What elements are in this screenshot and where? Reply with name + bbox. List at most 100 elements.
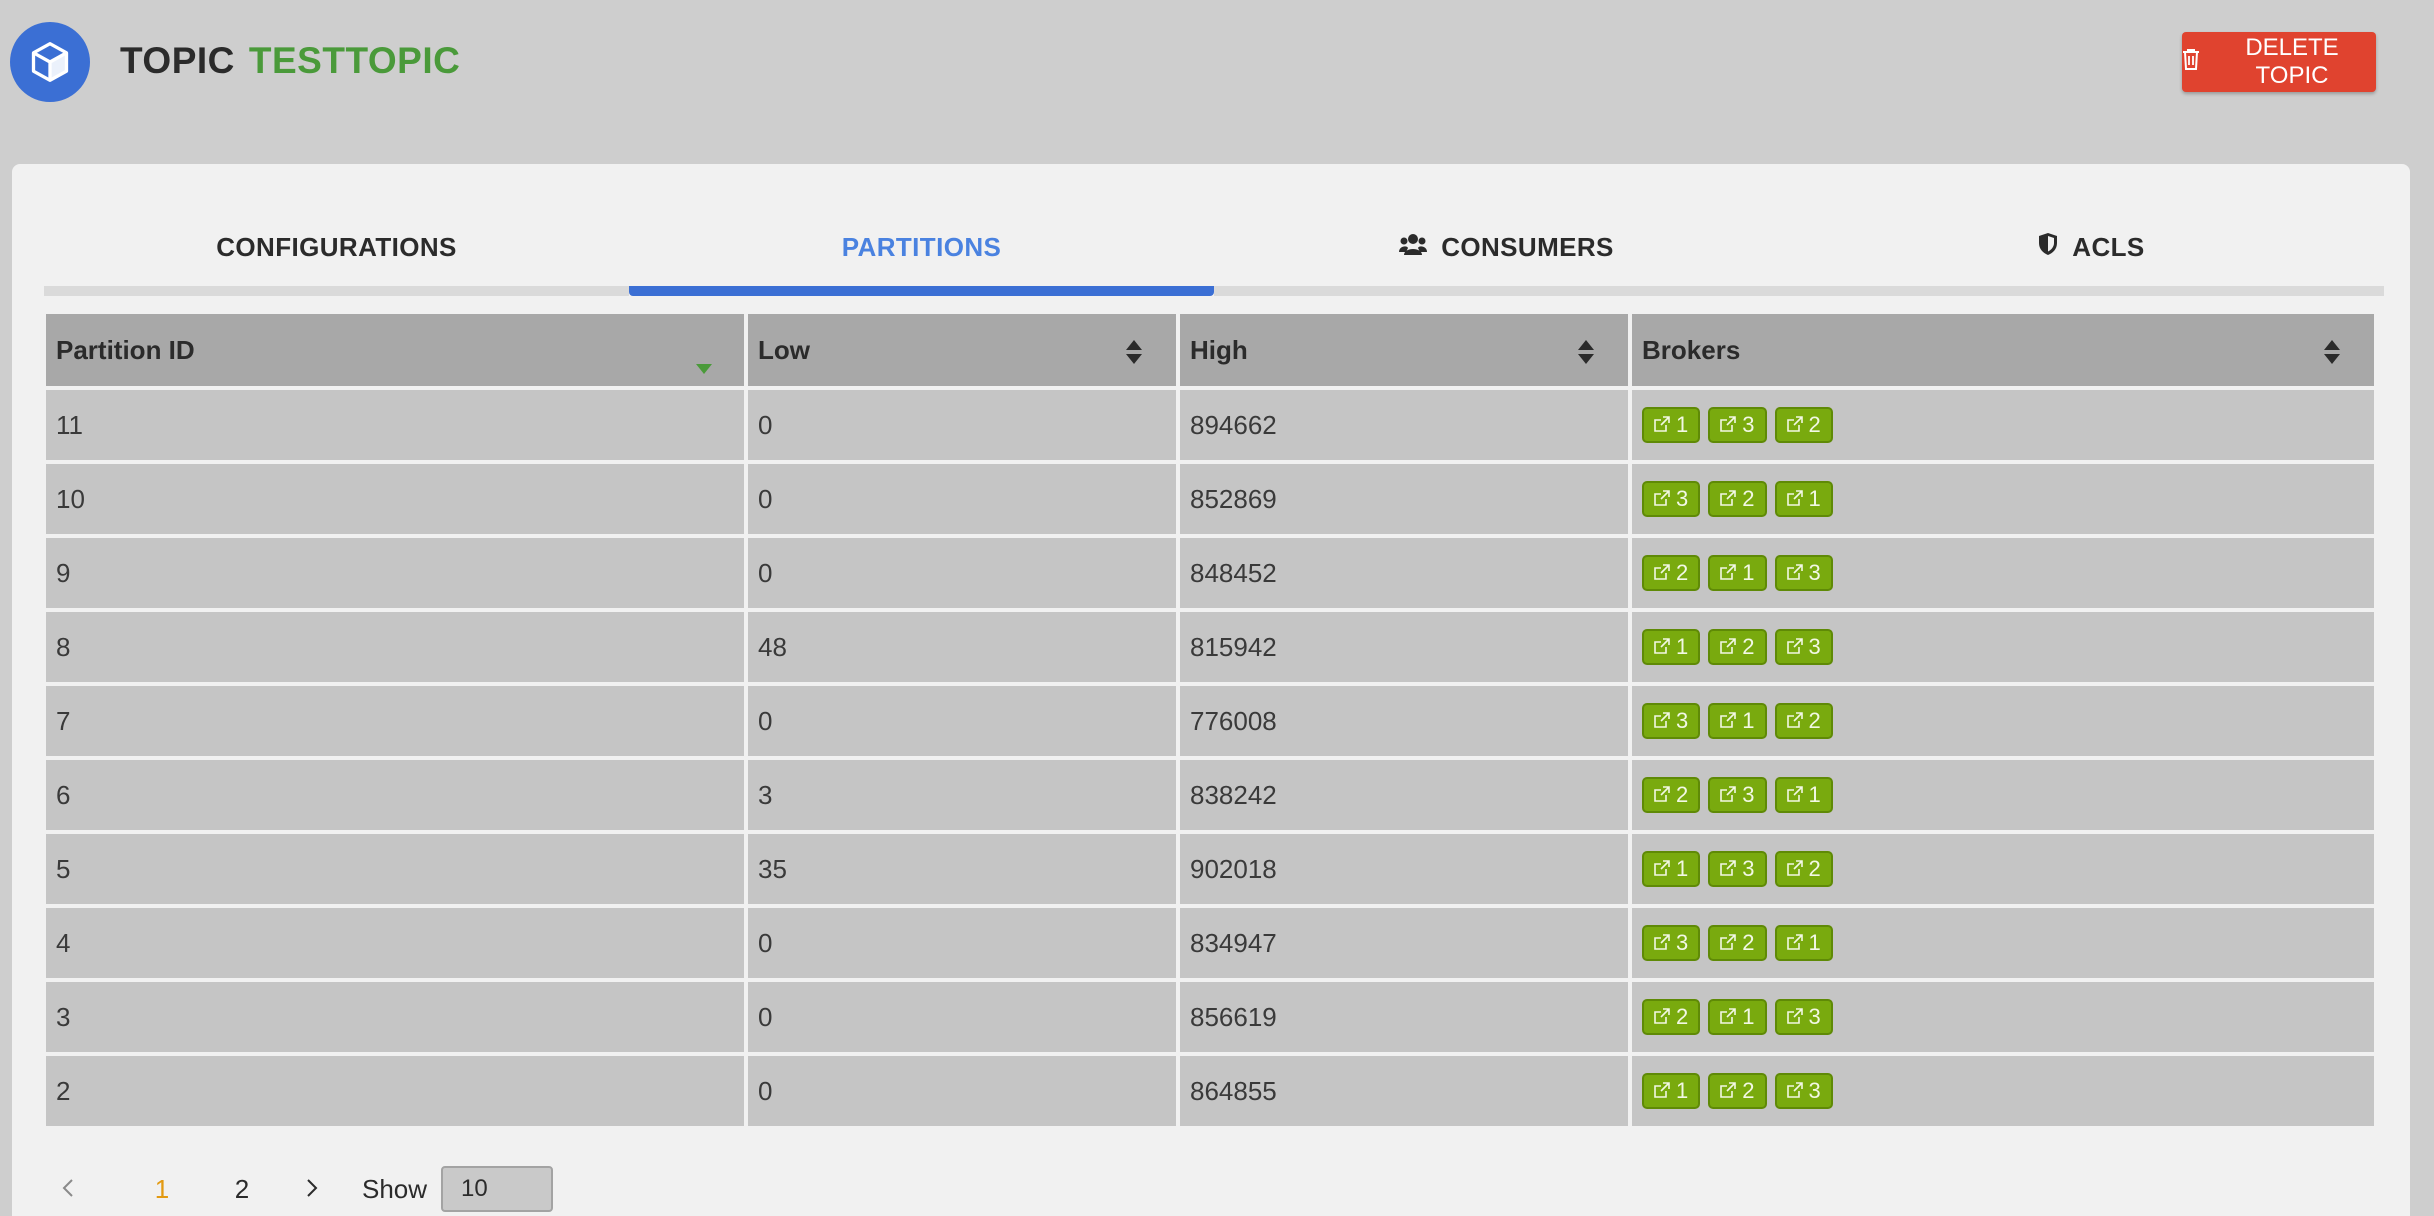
- broker-link-badge[interactable]: 2: [1708, 1073, 1767, 1109]
- table-row: 5 35 902018 1 3 2: [46, 834, 2374, 904]
- tab-acls[interactable]: ACLS: [1799, 214, 2384, 296]
- partition-id-cell: 6: [46, 760, 744, 830]
- broker-link-badge[interactable]: 3: [1642, 703, 1701, 739]
- broker-link-badge[interactable]: 1: [1708, 703, 1767, 739]
- broker-id: 2: [1742, 486, 1755, 511]
- broker-list: 1 2 3: [1642, 629, 2364, 665]
- broker-id: 3: [1742, 856, 1755, 881]
- partition-id-cell: 5: [46, 834, 744, 904]
- tab-partitions[interactable]: PARTITIONS: [629, 214, 1214, 296]
- tab-configurations[interactable]: CONFIGURATIONS: [44, 214, 629, 296]
- broker-id: 2: [1676, 782, 1689, 807]
- broker-link-badge[interactable]: 3: [1774, 999, 1833, 1035]
- external-link-icon: [1654, 412, 1670, 438]
- page-2-link[interactable]: 2: [202, 1174, 282, 1205]
- column-header-high[interactable]: High: [1180, 314, 1628, 386]
- external-link-icon: [1654, 930, 1670, 956]
- external-link-icon: [1786, 560, 1803, 586]
- broker-link-badge[interactable]: 3: [1774, 629, 1833, 665]
- external-link-icon: [1720, 930, 1737, 956]
- broker-link-badge[interactable]: 2: [1642, 999, 1701, 1035]
- column-header-partition-id[interactable]: Partition ID: [46, 314, 744, 386]
- broker-id: 1: [1808, 782, 1821, 807]
- next-page-icon[interactable]: [282, 1174, 342, 1205]
- broker-link-badge[interactable]: 3: [1708, 851, 1767, 887]
- broker-link-badge[interactable]: 3: [1642, 925, 1701, 961]
- broker-id: 2: [1676, 560, 1689, 585]
- broker-link-badge[interactable]: 1: [1642, 407, 1701, 443]
- pagination: 1 2 Show: [62, 1164, 554, 1214]
- tab-consumers[interactable]: CONSUMERS: [1214, 214, 1799, 296]
- low-cell: 0: [748, 686, 1176, 756]
- column-header-brokers[interactable]: Brokers: [1632, 314, 2374, 386]
- broker-link-badge[interactable]: 1: [1708, 999, 1767, 1035]
- delete-topic-button[interactable]: DELETE TOPIC: [2182, 32, 2376, 92]
- broker-link-badge[interactable]: 3: [1642, 481, 1701, 517]
- broker-list: 1 2 3: [1642, 1073, 2364, 1109]
- broker-link-badge[interactable]: 3: [1708, 407, 1767, 443]
- broker-link-badge[interactable]: 2: [1774, 703, 1833, 739]
- broker-list: 2 3 1: [1642, 777, 2364, 813]
- page-size-input[interactable]: [441, 1166, 554, 1212]
- broker-link-badge[interactable]: 1: [1774, 481, 1833, 517]
- broker-id: 1: [1676, 634, 1689, 659]
- high-cell: 776008: [1180, 686, 1628, 756]
- high-cell: 902018: [1180, 834, 1628, 904]
- broker-link-badge[interactable]: 2: [1708, 925, 1767, 961]
- low-cell: 0: [748, 908, 1176, 978]
- broker-link-badge[interactable]: 2: [1642, 555, 1701, 591]
- topic-name: TESTTOPIC: [248, 40, 461, 81]
- table-row: 8 48 815942 1 2 3: [46, 612, 2374, 682]
- broker-link-badge[interactable]: 1: [1642, 851, 1701, 887]
- broker-id: 3: [1742, 782, 1755, 807]
- partition-id-cell: 4: [46, 908, 744, 978]
- prev-page-icon[interactable]: [62, 1174, 122, 1205]
- external-link-icon: [1720, 1004, 1737, 1030]
- page-1-link[interactable]: 1: [122, 1174, 202, 1205]
- topic-card: CONFIGURATIONS PARTITIONS CONSUMERS ACLS: [12, 164, 2410, 1216]
- broker-link-badge[interactable]: 1: [1774, 777, 1833, 813]
- broker-link-badge[interactable]: 2: [1708, 629, 1767, 665]
- broker-id: 1: [1808, 486, 1821, 511]
- broker-link-badge[interactable]: 1: [1642, 629, 1701, 665]
- broker-link-badge[interactable]: 1: [1642, 1073, 1701, 1109]
- broker-id: 3: [1808, 560, 1821, 585]
- broker-link-badge[interactable]: 3: [1774, 1073, 1833, 1109]
- broker-id: 3: [1676, 708, 1689, 733]
- broker-id: 1: [1676, 1078, 1689, 1103]
- high-cell: 815942: [1180, 612, 1628, 682]
- partition-id-cell: 11: [46, 390, 744, 460]
- tab-label: CONSUMERS: [1441, 231, 1614, 262]
- broker-link-badge[interactable]: 3: [1774, 555, 1833, 591]
- external-link-icon: [1786, 1078, 1803, 1104]
- broker-link-badge[interactable]: 3: [1708, 777, 1767, 813]
- high-cell: 894662: [1180, 390, 1628, 460]
- low-cell: 48: [748, 612, 1176, 682]
- table-body: 11 0 894662 1 3 2 10 0 852869 3 2 1 9 0 848452 2 1 3 8 48 81…: [46, 390, 2374, 1126]
- external-link-icon: [1720, 856, 1737, 882]
- broker-id: 2: [1742, 930, 1755, 955]
- tab-label: ACLS: [2072, 231, 2145, 262]
- external-link-icon: [1786, 1004, 1803, 1030]
- column-header-low[interactable]: Low: [748, 314, 1176, 386]
- broker-link-badge[interactable]: 1: [1708, 555, 1767, 591]
- broker-link-badge[interactable]: 1: [1774, 925, 1833, 961]
- brokers-cell: 1 3 2: [1632, 834, 2374, 904]
- external-link-icon: [1654, 708, 1670, 734]
- partition-id-cell: 9: [46, 538, 744, 608]
- low-cell: 0: [748, 390, 1176, 460]
- low-cell: 0: [748, 464, 1176, 534]
- broker-link-badge[interactable]: 2: [1774, 851, 1833, 887]
- table-row: 11 0 894662 1 3 2: [46, 390, 2374, 460]
- broker-list: 2 1 3: [1642, 999, 2364, 1035]
- column-header-label: High: [1190, 334, 1248, 365]
- broker-link-badge[interactable]: 2: [1774, 407, 1833, 443]
- brokers-cell: 3 1 2: [1632, 686, 2374, 756]
- brokers-cell: 1 2 3: [1632, 612, 2374, 682]
- broker-link-badge[interactable]: 2: [1708, 481, 1767, 517]
- external-link-icon: [1786, 634, 1803, 660]
- partition-id-cell: 8: [46, 612, 744, 682]
- broker-link-badge[interactable]: 2: [1642, 777, 1701, 813]
- external-link-icon: [1786, 930, 1803, 956]
- broker-list: 3 2 1: [1642, 481, 2364, 517]
